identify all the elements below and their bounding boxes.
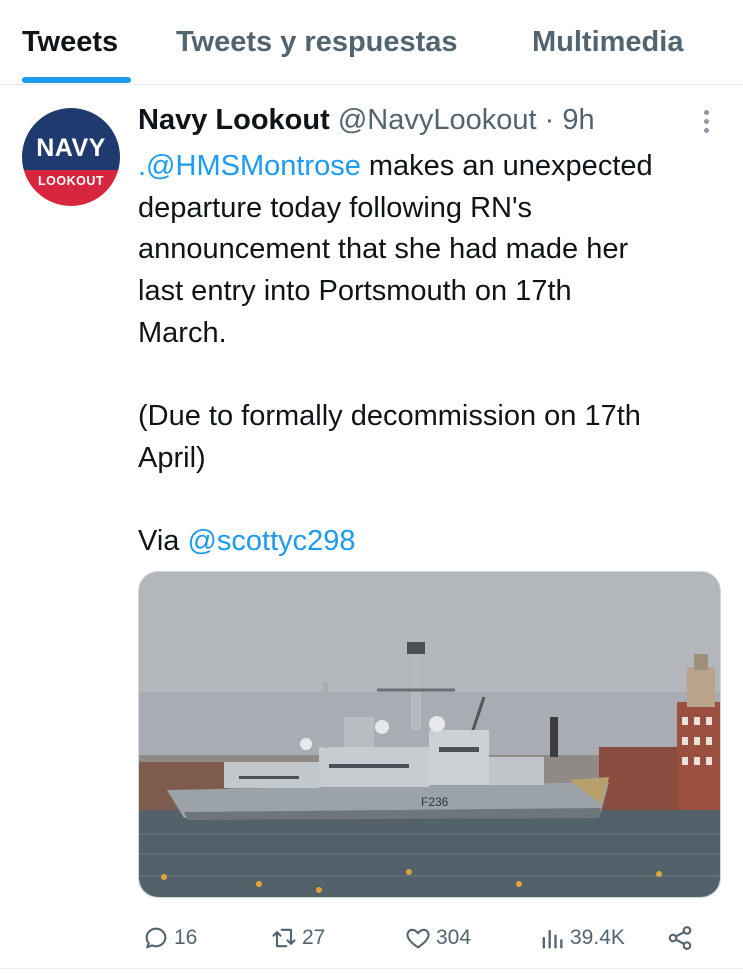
like-count: 304 (436, 926, 472, 949)
tweet-text: .@HMSMontrose makes an unexpected depart… (138, 146, 723, 563)
meta-separator: · (536, 104, 563, 136)
author-name[interactable]: Navy Lookout (138, 104, 330, 136)
avatar-logo-lookout: LOOKOUT (38, 174, 104, 188)
pennant-number: F236 (421, 795, 449, 809)
tweet-media-image[interactable]: F236 (138, 571, 721, 898)
like-button[interactable]: 304 (404, 920, 471, 956)
tweet-text-line-5: March. (138, 316, 227, 349)
tweet-divider (0, 968, 743, 969)
retweet-count: 27 (302, 926, 326, 949)
profile-tabs: Tweets Tweets y respuestas Multimedia (0, 0, 743, 85)
tab-tweets[interactable]: Tweets (22, 26, 118, 59)
retweet-button[interactable]: 27 (270, 920, 325, 956)
frigate-photo: F236 (139, 572, 720, 897)
reply-count: 16 (174, 926, 198, 949)
author-handle[interactable]: @NavyLookout (338, 104, 537, 136)
tweet-text-line-3: announcement that she had made her (138, 233, 629, 266)
tweet-text-line-1: makes an unexpected (360, 150, 653, 182)
views-button[interactable]: 39.4K (538, 920, 625, 956)
tweet-header: Navy Lookout @NavyLookout · 9h (138, 104, 595, 137)
via-prefix: Via (138, 525, 188, 558)
more-vertical-icon[interactable] (700, 108, 714, 134)
tab-tweets-and-replies[interactable]: Tweets y respuestas (176, 26, 458, 59)
tweet-text-line-2: departure today following RN's (138, 191, 533, 224)
tab-media[interactable]: Multimedia (532, 26, 683, 59)
views-icon (542, 929, 563, 949)
mention-link[interactable]: .@HMSMontrose (138, 150, 361, 182)
via-handle-link[interactable]: @scottyc298 (187, 525, 355, 557)
retweet-icon (272, 928, 296, 948)
reply-icon (145, 927, 167, 949)
heart-icon (406, 928, 430, 949)
views-count: 39.4K (570, 926, 625, 949)
tweet-time[interactable]: 9h (562, 104, 594, 136)
tweet-text-line-7: April) (138, 441, 206, 474)
avatar-logo-navy: NAVY (36, 134, 106, 162)
tweet-actions: 16 27 304 39.4K (138, 920, 738, 956)
reply-button[interactable]: 16 (142, 920, 197, 956)
share-button[interactable] (666, 920, 694, 956)
tweet-text-line-6: (Due to formally decommission on 17th (138, 400, 641, 433)
tweet-text-line-4: last entry into Portsmouth on 17th (138, 275, 572, 308)
share-icon (668, 926, 692, 950)
avatar[interactable]: NAVY LOOKOUT (22, 108, 120, 206)
active-tab-indicator (22, 77, 131, 83)
